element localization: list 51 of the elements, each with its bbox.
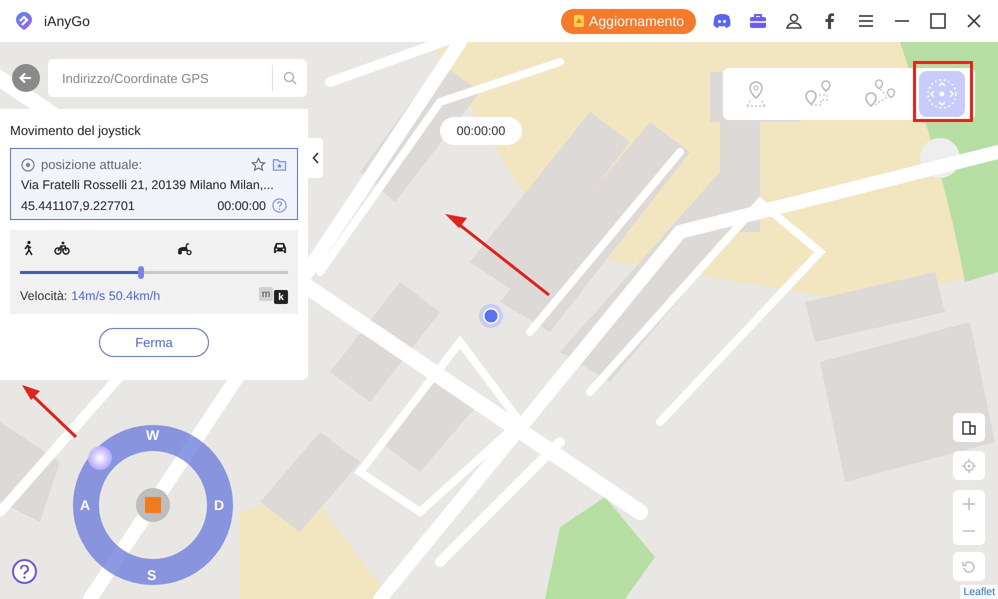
app-title: iAnyGo — [44, 13, 90, 29]
help-icon[interactable] — [272, 198, 287, 213]
elapsed-time: 00:00:00 — [217, 198, 266, 212]
location-label: posizione attuale: — [41, 157, 144, 172]
rotate-icon — [962, 560, 976, 574]
direction-key[interactable]: S — [147, 567, 156, 583]
crosshair-icon — [961, 458, 977, 474]
app-logo-icon — [14, 11, 34, 31]
direction-key[interactable]: A — [80, 497, 90, 513]
minus-icon — [962, 530, 976, 532]
chevron-left-icon — [312, 152, 320, 164]
coordinates-text: 45.441107,9.227701 — [21, 198, 135, 212]
device-icon — [962, 420, 976, 434]
collapse-button[interactable] — [308, 138, 323, 178]
target-icon — [21, 158, 35, 172]
attribution-link[interactable]: Leaflet — [960, 585, 998, 599]
unit-toggle[interactable]: k — [274, 290, 288, 304]
layers-button[interactable] — [953, 413, 985, 442]
route-pins-icon — [863, 79, 897, 109]
speed-value: 14m/s 50.4km/h — [71, 288, 160, 302]
left-arrow-icon — [19, 71, 33, 85]
user-icon[interactable] — [784, 11, 804, 31]
joystick-icon — [925, 77, 959, 111]
bicycle-icon[interactable] — [54, 240, 70, 256]
stop-button[interactable]: Ferma — [99, 328, 209, 357]
speed-label: Velocità: — [20, 288, 68, 302]
timer-badge: 00:00:00 — [440, 117, 522, 145]
folder-star-icon[interactable] — [272, 157, 287, 172]
joystick-control[interactable]: W A S D — [73, 425, 233, 585]
search-field[interactable]: Indirizzo/Coordinate GPS — [60, 70, 272, 86]
panel-title: Movimento del joystick — [10, 123, 142, 138]
back-button[interactable] — [12, 64, 40, 92]
location-marker — [478, 303, 504, 329]
address-text: Via Fratelli Rosselli 21, 20139 Milano Milan,... — [21, 178, 274, 192]
maximize-icon[interactable] — [928, 11, 948, 31]
discord-icon[interactable] — [712, 11, 732, 31]
upgrade-button[interactable]: Aggiornamento — [561, 8, 696, 34]
plus-icon — [962, 496, 976, 511]
glow-dot — [88, 446, 112, 470]
car-icon[interactable] — [272, 240, 288, 256]
direction-key[interactable]: D — [214, 497, 224, 513]
joystick-knob[interactable] — [136, 488, 170, 522]
unit-toggle[interactable]: m — [259, 287, 273, 301]
highlight-frame — [913, 61, 973, 122]
speed-slider[interactable] — [20, 266, 288, 279]
question-mark-icon — [19, 564, 30, 578]
toolbox-icon[interactable] — [748, 11, 768, 31]
star-icon[interactable] — [251, 157, 266, 172]
help-button[interactable] — [12, 559, 37, 584]
direction-key[interactable]: W — [146, 427, 160, 443]
search-bar[interactable]: Indirizzo/Coordinate GPS — [48, 59, 307, 97]
